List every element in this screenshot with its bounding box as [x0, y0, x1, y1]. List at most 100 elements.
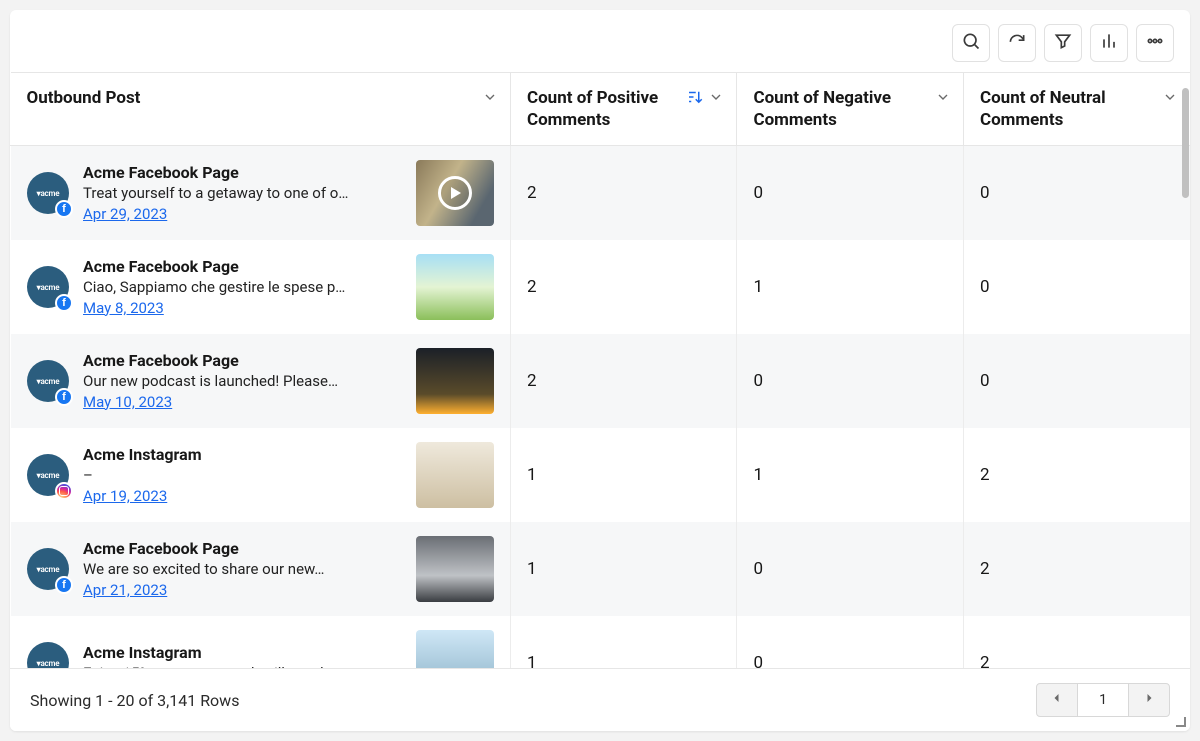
- chevron-down-icon: [1162, 89, 1178, 111]
- chevron-down-icon: [935, 89, 951, 111]
- refresh-button[interactable]: [998, 24, 1036, 62]
- facebook-icon: [55, 576, 73, 594]
- post-account: Acme Facebook Page: [83, 163, 402, 182]
- facebook-icon: [55, 294, 73, 312]
- cell-neutral: 0: [963, 146, 1190, 241]
- play-icon: [438, 176, 472, 210]
- post-thumbnail[interactable]: [416, 536, 494, 602]
- search-button[interactable]: [952, 24, 990, 62]
- report-table: Outbound Post Count of Positive Comments: [10, 72, 1190, 668]
- post-thumbnail[interactable]: [416, 160, 494, 226]
- cell-neutral: 0: [963, 240, 1190, 334]
- avatar: ▾acme: [27, 266, 69, 308]
- post-date-link[interactable]: Apr 29, 2023: [83, 205, 167, 223]
- avatar: ▾acme: [27, 454, 69, 496]
- prev-page-button[interactable]: [1036, 683, 1078, 717]
- chevron-down-icon: [708, 89, 724, 111]
- post-text: Acme Facebook Page Our new podcast is la…: [83, 351, 402, 412]
- more-button[interactable]: [1136, 24, 1174, 62]
- search-icon: [961, 31, 981, 55]
- post-cell: ▾acme Acme Instagram – Apr 19, 2023: [27, 442, 494, 508]
- cell-negative: 0: [737, 522, 964, 616]
- chevron-down-icon: [482, 89, 498, 111]
- next-page-button[interactable]: [1128, 683, 1170, 717]
- post-text: Acme Instagram Enjoy 15% catamaran and s…: [83, 643, 402, 668]
- post-cell: ▾acme Acme Facebook Page We are so excit…: [27, 536, 494, 602]
- post-account: Acme Instagram: [83, 643, 402, 662]
- cell-negative: 1: [737, 240, 964, 334]
- row-summary: Showing 1 - 20 of 3,141 Rows: [30, 691, 239, 710]
- post-cell: ▾acme Acme Instagram Enjoy 15% catamaran…: [27, 630, 494, 668]
- scrollbar-thumb[interactable]: [1182, 88, 1189, 198]
- column-header-neutral[interactable]: Count of Neutral Comments: [963, 73, 1190, 146]
- post-cell: ▾acme Acme Facebook Page Our new podcast…: [27, 348, 494, 414]
- table-row[interactable]: ▾acme Acme Instagram Enjoy 15% catamaran…: [11, 616, 1191, 668]
- report-card: Outbound Post Count of Positive Comments: [10, 10, 1190, 731]
- post-thumbnail[interactable]: [416, 442, 494, 508]
- instagram-icon: [55, 482, 73, 500]
- cell-positive: 2: [510, 334, 737, 428]
- filter-icon: [1053, 31, 1073, 55]
- chart-button[interactable]: [1090, 24, 1128, 62]
- refresh-icon: [1007, 31, 1027, 55]
- cell-negative: 0: [737, 616, 964, 668]
- avatar: ▾acme: [27, 172, 69, 214]
- cell-neutral: 2: [963, 522, 1190, 616]
- table-footer: Showing 1 - 20 of 3,141 Rows 1: [10, 668, 1190, 731]
- post-account: Acme Facebook Page: [83, 257, 402, 276]
- cell-positive: 1: [510, 522, 737, 616]
- cell-positive: 2: [510, 146, 737, 241]
- table-row[interactable]: ▾acme Acme Facebook Page Treat yourself …: [11, 146, 1191, 241]
- table-wrap: Outbound Post Count of Positive Comments: [10, 72, 1190, 668]
- chevron-right-icon: [1143, 692, 1155, 708]
- post-snippet: We are so excited to share our new…: [83, 560, 373, 578]
- column-header-negative[interactable]: Count of Negative Comments: [737, 73, 964, 146]
- post-text: Acme Facebook Page Treat yourself to a g…: [83, 163, 402, 224]
- pager: 1: [1036, 683, 1170, 717]
- cell-positive: 2: [510, 240, 737, 334]
- avatar-circle: ▾acme: [27, 642, 69, 668]
- cell-neutral: 2: [963, 428, 1190, 522]
- cell-neutral: 2: [963, 616, 1190, 668]
- post-account: Acme Instagram: [83, 445, 402, 464]
- table-row[interactable]: ▾acme Acme Facebook Page We are so excit…: [11, 522, 1191, 616]
- table-row[interactable]: ▾acme Acme Instagram – Apr 19, 2023 112: [11, 428, 1191, 522]
- post-snippet: Treat yourself to a getaway to one of o…: [83, 184, 373, 202]
- post-cell: ▾acme Acme Facebook Page Treat yourself …: [27, 160, 494, 226]
- column-label: Outbound Post: [27, 88, 141, 108]
- post-date-link[interactable]: Apr 19, 2023: [83, 487, 167, 505]
- column-header-positive[interactable]: Count of Positive Comments: [510, 73, 737, 146]
- post-thumbnail[interactable]: [416, 630, 494, 668]
- post-text: Acme Facebook Page Ciao, Sappiamo che ge…: [83, 257, 402, 318]
- page-number[interactable]: 1: [1078, 683, 1128, 717]
- table-row[interactable]: ▾acme Acme Facebook Page Our new podcast…: [11, 334, 1191, 428]
- cell-neutral: 0: [963, 334, 1190, 428]
- sort-descending-icon: [686, 88, 704, 106]
- column-label: Count of Negative Comments: [753, 88, 891, 130]
- post-date-link[interactable]: May 10, 2023: [83, 393, 172, 411]
- post-cell: ▾acme Acme Facebook Page Ciao, Sappiamo …: [27, 254, 494, 320]
- post-thumbnail[interactable]: [416, 254, 494, 320]
- cell-negative: 0: [737, 146, 964, 241]
- more-icon: [1145, 31, 1165, 55]
- avatar: ▾acme: [27, 360, 69, 402]
- post-thumbnail[interactable]: [416, 348, 494, 414]
- post-snippet: Our new podcast is launched! Please…: [83, 372, 373, 390]
- post-date-link[interactable]: May 8, 2023: [83, 299, 164, 317]
- resize-handle[interactable]: [1176, 717, 1186, 727]
- filter-button[interactable]: [1044, 24, 1082, 62]
- post-text: Acme Instagram – Apr 19, 2023: [83, 445, 402, 506]
- facebook-icon: [55, 200, 73, 218]
- cell-negative: 1: [737, 428, 964, 522]
- post-account: Acme Facebook Page: [83, 351, 402, 370]
- facebook-icon: [55, 388, 73, 406]
- toolbar: [10, 10, 1190, 72]
- cell-negative: 0: [737, 334, 964, 428]
- post-date-link[interactable]: Apr 21, 2023: [83, 581, 167, 599]
- column-label: Count of Positive Comments: [527, 88, 658, 130]
- scrollbar-track[interactable]: [1182, 88, 1190, 671]
- avatar: ▾acme: [27, 548, 69, 590]
- column-header-outbound[interactable]: Outbound Post: [11, 73, 511, 146]
- table-row[interactable]: ▾acme Acme Facebook Page Ciao, Sappiamo …: [11, 240, 1191, 334]
- cell-positive: 1: [510, 616, 737, 668]
